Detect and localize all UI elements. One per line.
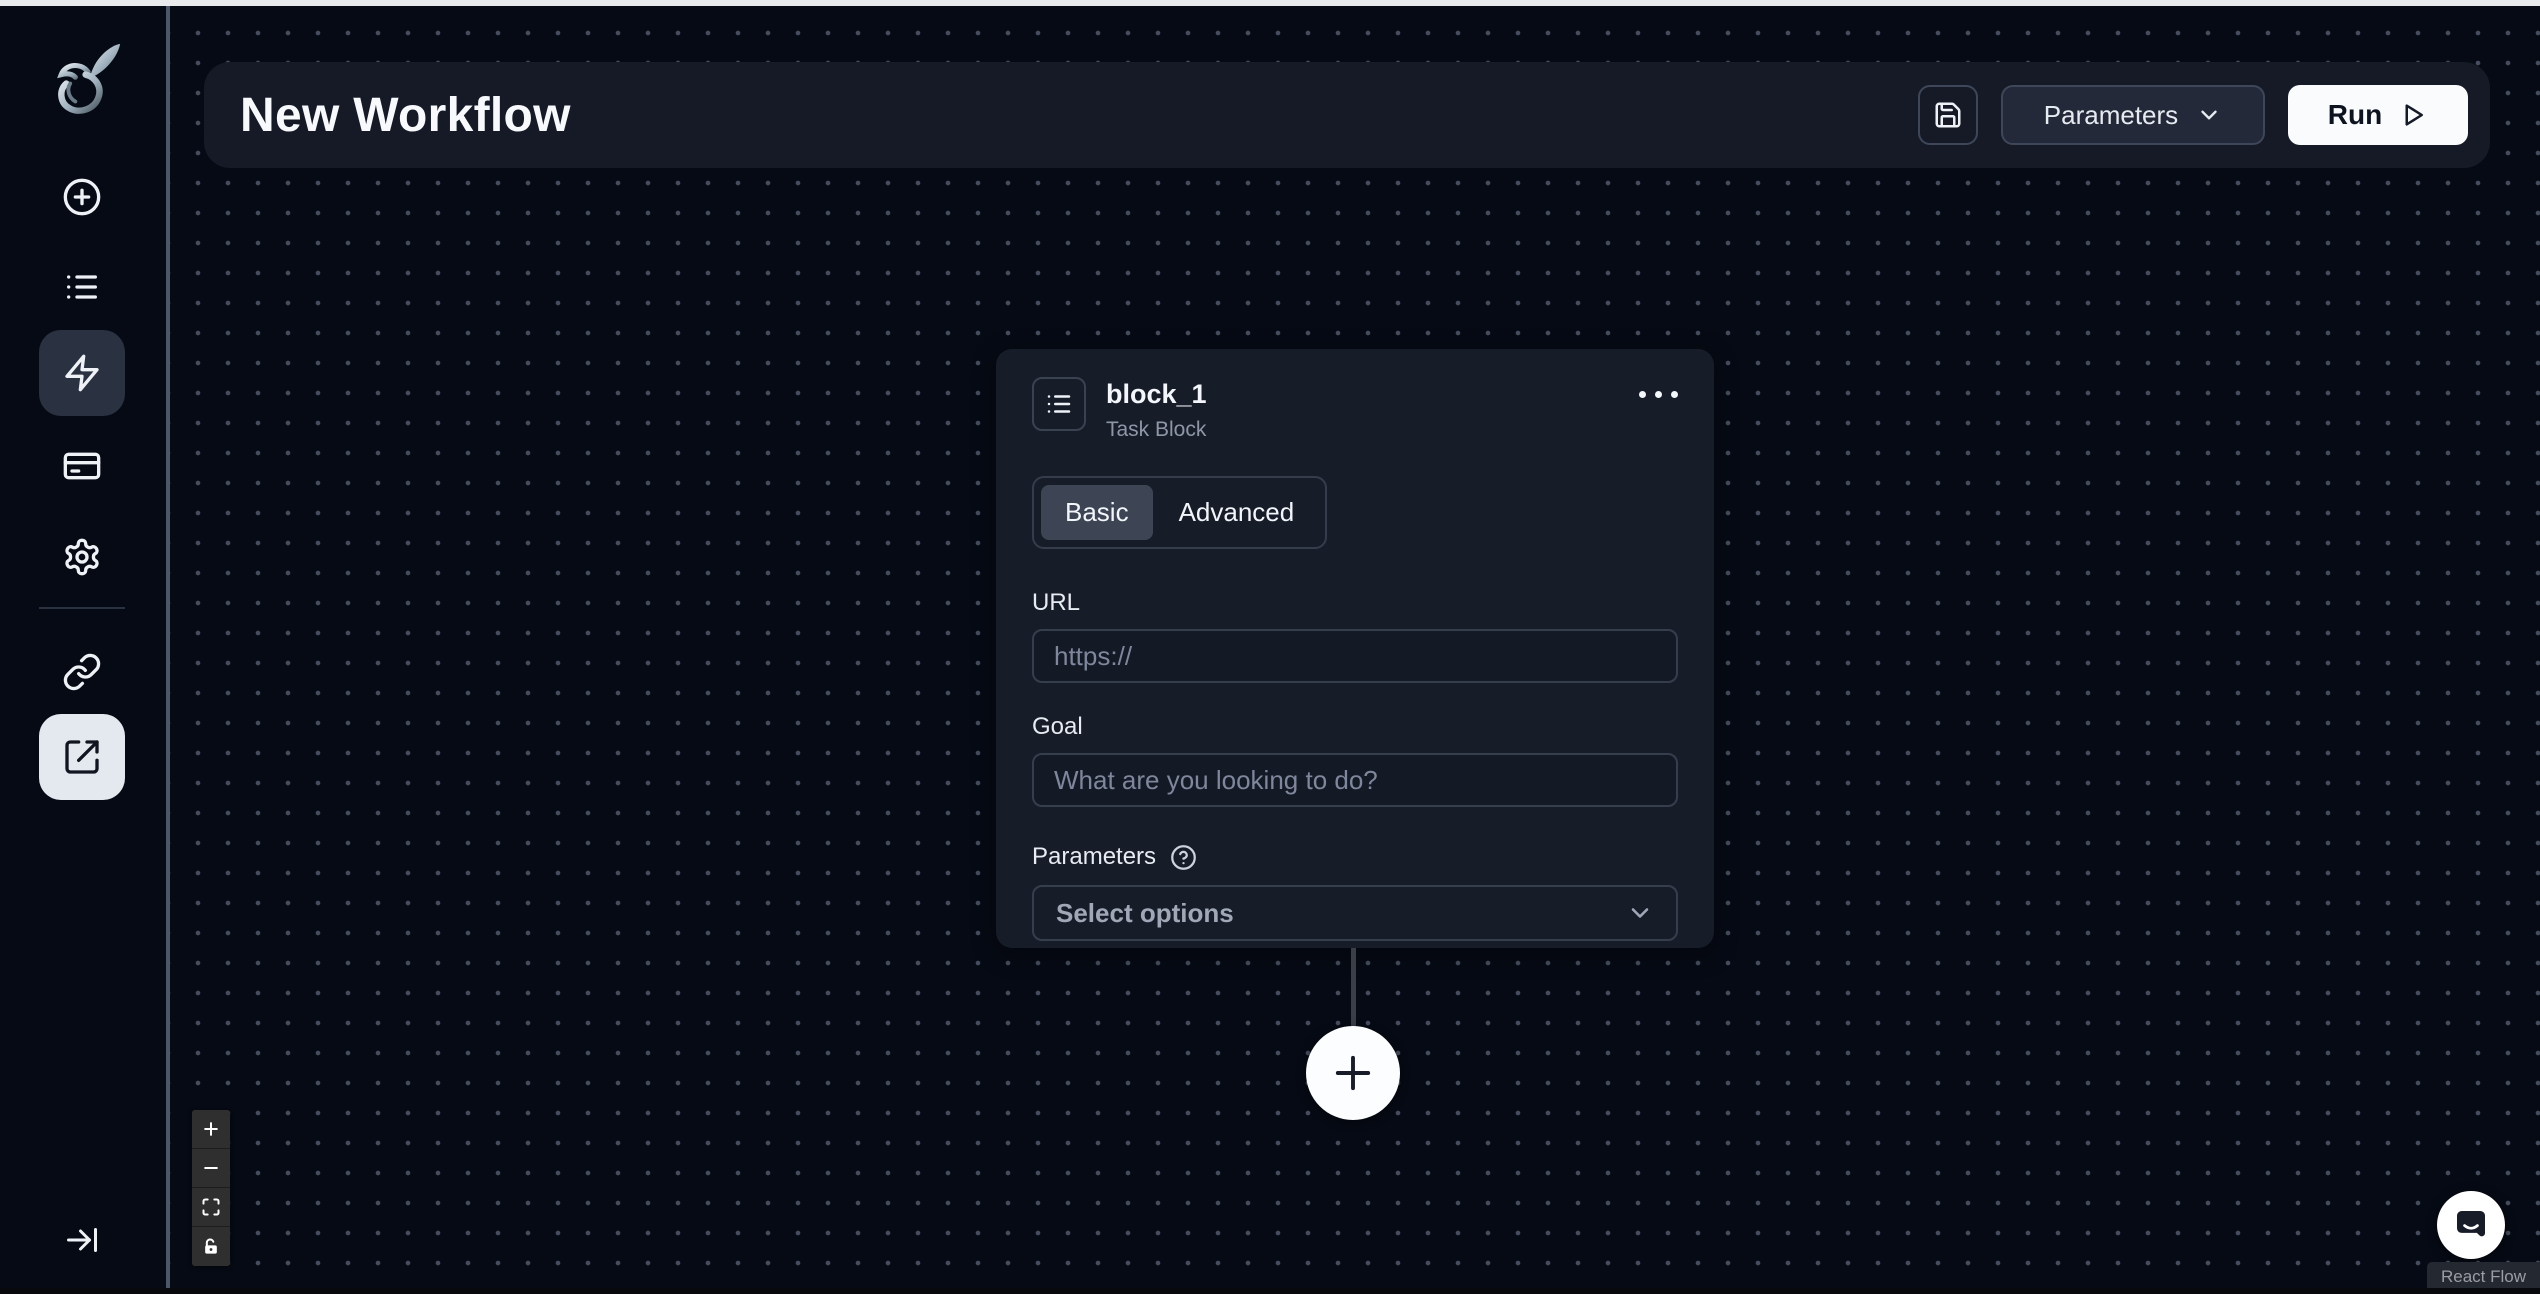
tab-basic[interactable]: Basic: [1041, 485, 1153, 540]
add-block-button[interactable]: [1306, 1026, 1400, 1120]
chat-widget-button[interactable]: [2437, 1191, 2505, 1259]
credit-card-icon: [62, 446, 102, 486]
fit-view-button[interactable]: [192, 1188, 230, 1227]
sidebar-collapse-button[interactable]: [47, 1205, 117, 1275]
sidebar: [0, 6, 170, 1288]
lightning-icon: [62, 353, 102, 393]
play-icon: [2398, 100, 2428, 130]
sidebar-item-settings[interactable]: [39, 514, 125, 600]
zoom-out-button[interactable]: [192, 1149, 230, 1188]
sidebar-item-create[interactable]: [39, 154, 125, 240]
node-type-label: Task Block: [1106, 418, 1207, 442]
list-icon: [1044, 389, 1074, 419]
ellipsis-menu-icon[interactable]: [1639, 377, 1678, 398]
arrow-right-to-line-icon: [64, 1222, 100, 1258]
gear-icon: [62, 537, 102, 577]
chevron-down-icon: [2196, 102, 2222, 128]
task-block-node[interactable]: block_1 Task Block Basic Advanced URL Go…: [996, 349, 1714, 948]
node-titles: block_1 Task Block: [1106, 377, 1207, 442]
node-tabs: Basic Advanced: [1032, 476, 1327, 549]
edge-connector: [1351, 948, 1356, 1034]
chat-bubble-icon: [2450, 1204, 2492, 1246]
save-button[interactable]: [1918, 85, 1978, 145]
workflow-canvas[interactable]: New Workflow Parameters Run: [170, 6, 2540, 1288]
run-button[interactable]: Run: [2288, 85, 2468, 145]
run-button-label: Run: [2328, 99, 2382, 131]
attribution-label: React Flow: [2441, 1267, 2526, 1287]
tab-advanced[interactable]: Advanced: [1155, 485, 1319, 540]
minus-icon: [201, 1158, 221, 1178]
chevron-down-icon: [1626, 899, 1654, 927]
goal-input[interactable]: [1032, 753, 1678, 807]
sidebar-item-workflows[interactable]: [39, 330, 125, 416]
parameters-button[interactable]: Parameters: [2001, 85, 2265, 145]
fit-view-icon: [201, 1197, 221, 1217]
plus-icon: [1327, 1047, 1379, 1099]
node-title: block_1: [1106, 379, 1207, 410]
parameters-label: Parameters: [1032, 843, 1156, 871]
lock-icon: [201, 1237, 221, 1257]
external-link-icon: [62, 737, 102, 777]
block-type-iconbox: [1032, 377, 1086, 431]
list-icon: [62, 267, 102, 307]
parameters-button-label: Parameters: [2044, 100, 2178, 131]
parameters-select-placeholder: Select options: [1056, 898, 1234, 929]
window-bottom-edge: [0, 1288, 2540, 1294]
url-input[interactable]: [1032, 629, 1678, 683]
page-title: New Workflow: [240, 88, 571, 143]
dragon-logo-icon: [42, 38, 124, 124]
plus-circle-icon: [62, 177, 102, 217]
link-icon: [62, 652, 102, 692]
node-header: block_1 Task Block: [1032, 377, 1678, 442]
parameters-select[interactable]: Select options: [1032, 885, 1678, 941]
help-circle-icon[interactable]: [1170, 844, 1197, 871]
sidebar-item-credentials[interactable]: [39, 423, 125, 509]
sidebar-item-external[interactable]: [39, 714, 125, 800]
url-label: URL: [1032, 589, 1678, 617]
sidebar-item-api-link[interactable]: [39, 629, 125, 715]
workflow-header: New Workflow Parameters Run: [204, 62, 2490, 168]
zoom-in-button[interactable]: [192, 1110, 230, 1149]
plus-icon: [201, 1119, 221, 1139]
sidebar-item-runs[interactable]: [39, 244, 125, 330]
sidebar-divider: [39, 607, 125, 609]
save-floppy-icon: [1933, 100, 1963, 130]
app-window: New Workflow Parameters Run: [0, 0, 2540, 1294]
lock-interactivity-button[interactable]: [192, 1227, 230, 1266]
goal-label: Goal: [1032, 713, 1678, 741]
parameters-label-row: Parameters: [1032, 843, 1678, 871]
dragon-logo[interactable]: [42, 38, 124, 124]
header-actions: Parameters Run: [1918, 85, 2468, 145]
canvas-controls: [192, 1110, 230, 1266]
window-top-edge: [0, 0, 2540, 6]
